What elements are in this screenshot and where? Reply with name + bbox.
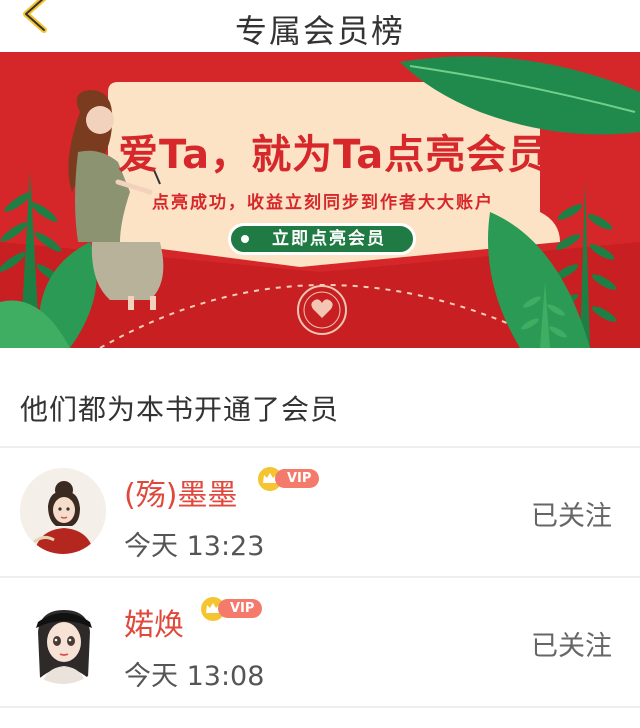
- follow-button[interactable]: 已关注: [531, 494, 612, 533]
- member-row[interactable]: 婼焕 VIP 今天 13:08 已关注: [0, 578, 640, 706]
- member-row[interactable]: (殇)墨墨 VIP 今天 13:23 已关注: [0, 448, 640, 576]
- section-title: 他们都为本书开通了会员: [20, 393, 340, 426]
- banner-subtitle: 点亮成功，收益立刻同步到作者大大账户: [152, 193, 494, 213]
- vip-label: VIP: [218, 599, 263, 618]
- vip-label: VIP: [275, 469, 320, 488]
- follow-button[interactable]: 已关注: [531, 624, 612, 663]
- member-time: 今天 13:23: [124, 531, 265, 562]
- member-name: (殇)墨墨: [124, 478, 238, 513]
- member-name: 婼焕: [124, 608, 184, 643]
- activate-membership-button[interactable]: 立即点亮会员: [228, 223, 416, 255]
- banner-headline: 爱Ta，就为Ta点亮会员: [118, 132, 549, 178]
- member-time: 今天 13:08: [124, 661, 265, 692]
- avatar[interactable]: [20, 598, 106, 684]
- avatar[interactable]: [20, 468, 106, 554]
- divider: [0, 706, 640, 708]
- page-title: 专属会员榜: [234, 12, 405, 50]
- top-nav: 专属会员榜: [0, 0, 640, 52]
- membership-banner[interactable]: 爱Ta，就为Ta点亮会员 点亮成功，收益立刻同步到作者大大账户 立即点亮会员: [0, 52, 640, 348]
